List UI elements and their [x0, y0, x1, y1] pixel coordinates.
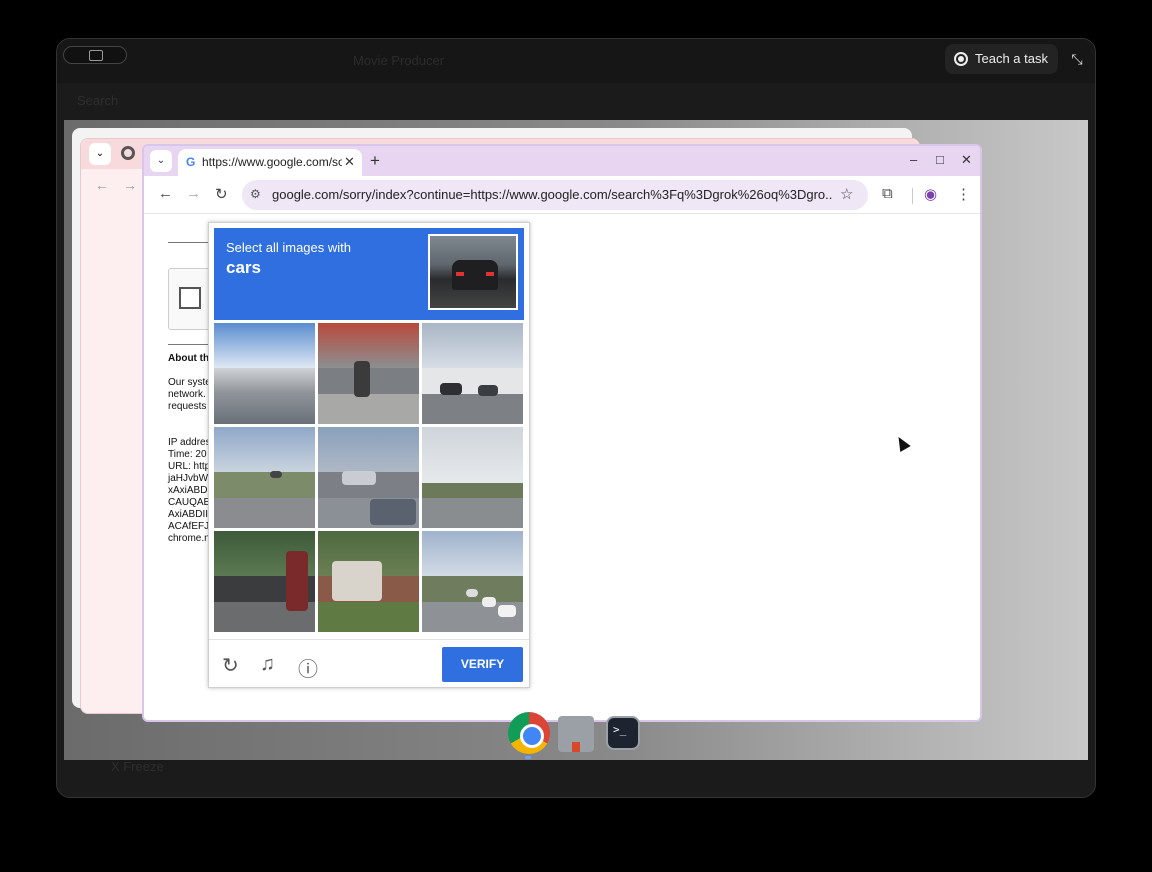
details-line: chrome.n: [168, 533, 210, 544]
target-word: cars: [226, 258, 261, 277]
divider: [168, 242, 208, 243]
details-line: URL: http: [168, 461, 211, 472]
extensions-icon[interactable]: ⧉: [882, 185, 893, 202]
tail-light: [486, 272, 494, 276]
minimize-button[interactable]: –: [910, 152, 917, 167]
close-window-button[interactable]: ✕: [961, 152, 972, 168]
image-tile-6[interactable]: [422, 427, 523, 528]
maximize-button[interactable]: □: [936, 152, 944, 167]
collapse-icon[interactable]: ⤡: [1069, 51, 1085, 67]
new-tab-button[interactable]: +: [370, 151, 380, 171]
network-app-icon[interactable]: [558, 716, 594, 752]
toolbar-divider: [912, 188, 913, 204]
challenge-header: Select all images with cars: [214, 228, 524, 320]
verify-button[interactable]: VERIFY: [442, 647, 523, 682]
terminal-app-icon[interactable]: >_: [606, 716, 640, 750]
tab-title: https://www.google.com/sorry/index?conti…: [202, 155, 342, 169]
address-bar[interactable]: ⚙ google.com/sorry/index?continue=https:…: [242, 180, 868, 210]
background-title: Movie Producer: [353, 53, 445, 68]
body-line: Our syste: [168, 377, 211, 388]
divider: [168, 344, 208, 345]
browser-toolbar: ← → ↻ ⚙ google.com/sorry/index?continue=…: [144, 176, 980, 214]
background-search: Search: [77, 93, 119, 108]
screen-icon: [89, 50, 103, 61]
image-tile-3[interactable]: [422, 323, 523, 424]
tab-close-icon[interactable]: ✕: [344, 154, 355, 170]
teach-task-button[interactable]: Teach a task: [945, 44, 1058, 74]
details-line: Time: 20: [168, 449, 207, 460]
body-text: Our syste network. requests: [168, 377, 211, 413]
menu-icon[interactable]: ⋮: [956, 185, 971, 203]
details-text: IP addres Time: 20 URL: http jaHJvbW xAx…: [168, 437, 211, 545]
tab-search-icon[interactable]: ⌄: [89, 143, 111, 165]
url-text[interactable]: google.com/sorry/index?continue=https://…: [272, 187, 832, 202]
challenge-footer: ↻ ♫ ⓘ VERIFY: [209, 639, 529, 689]
instruction-text: Select all images with: [226, 240, 351, 255]
details-line: jaHJvbW: [168, 473, 209, 484]
back-icon[interactable]: ←: [158, 185, 173, 202]
details-line: xAxiABD: [168, 485, 208, 496]
info-icon[interactable]: ⓘ: [298, 653, 318, 682]
bookmark-star-icon[interactable]: ☆: [840, 185, 853, 203]
details-line: AxiABDII: [168, 509, 209, 520]
background-bottom-label: X Freeze: [111, 759, 164, 774]
recaptcha-challenge: Select all images with cars ↻ ♫ ⓘ VERIFY: [208, 222, 530, 688]
reload-icon[interactable]: ↻: [215, 185, 228, 203]
image-tile-2[interactable]: [318, 323, 419, 424]
image-tile-1[interactable]: [214, 323, 315, 424]
body-line: requests: [168, 401, 207, 412]
about-heading: About th: [168, 353, 210, 364]
reload-challenge-icon[interactable]: ↻: [222, 653, 239, 678]
tab-search-icon[interactable]: ⌄: [150, 150, 172, 172]
image-tile-9[interactable]: [422, 531, 523, 632]
image-grid: [214, 323, 524, 633]
chrome-app-icon[interactable]: [508, 712, 550, 754]
checkbox-square[interactable]: [179, 287, 201, 309]
details-line: ACAfEFJ: [168, 521, 210, 532]
tab-strip: ⌄ G https://www.google.com/sorry/index?c…: [144, 146, 980, 176]
site-info-icon[interactable]: ⚙: [250, 187, 261, 201]
frame-top-bar: Movie Producer Teach a task ⤡: [57, 39, 1095, 83]
record-icon: [954, 52, 968, 66]
chrome-icon: [121, 146, 135, 160]
google-favicon-icon: G: [186, 155, 196, 169]
body-line: network.: [168, 389, 206, 400]
audio-challenge-icon[interactable]: ♫: [260, 653, 275, 676]
session-toggle[interactable]: [63, 46, 127, 64]
forward-icon[interactable]: →: [186, 185, 201, 202]
image-tile-7[interactable]: [214, 531, 315, 632]
profile-icon[interactable]: ◉: [924, 185, 937, 203]
details-line: CAUQAE: [168, 497, 211, 508]
image-tile-5[interactable]: [318, 427, 419, 528]
image-tile-8[interactable]: [318, 531, 419, 632]
tab-google[interactable]: G https://www.google.com/sorry/index?con…: [178, 149, 362, 176]
teach-task-label: Teach a task: [975, 51, 1048, 66]
tail-light: [456, 272, 464, 276]
sample-image: [428, 234, 518, 310]
image-tile-4[interactable]: [214, 427, 315, 528]
running-indicator: [525, 756, 531, 759]
details-line: IP addres: [168, 437, 211, 448]
